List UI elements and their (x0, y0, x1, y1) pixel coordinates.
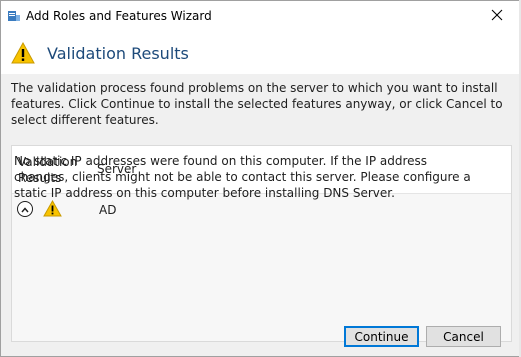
wizard-window: Add Roles and Features Wizard Validation… (0, 0, 521, 357)
chevron-up-icon (21, 202, 29, 216)
page-title: Validation Results (47, 44, 189, 63)
close-icon (491, 9, 503, 24)
cancel-button[interactable]: Cancel (426, 326, 501, 347)
page-header: Validation Results (1, 32, 520, 74)
warning-icon (43, 199, 62, 217)
window-title: Add Roles and Features Wizard (26, 9, 212, 23)
collapse-button[interactable] (17, 201, 33, 217)
row-server-name: AD (99, 203, 117, 217)
server-manager-icon (7, 9, 21, 23)
wizard-content: Validation Results The validation proces… (1, 32, 520, 356)
close-button[interactable] (474, 1, 520, 32)
title-bar: Add Roles and Features Wizard (1, 1, 520, 32)
validation-detail: No static IP addresses were found on thi… (14, 154, 471, 200)
continue-button[interactable]: Continue (344, 326, 419, 347)
warning-icon (11, 41, 35, 64)
validation-description: The validation process found problems on… (11, 81, 503, 127)
